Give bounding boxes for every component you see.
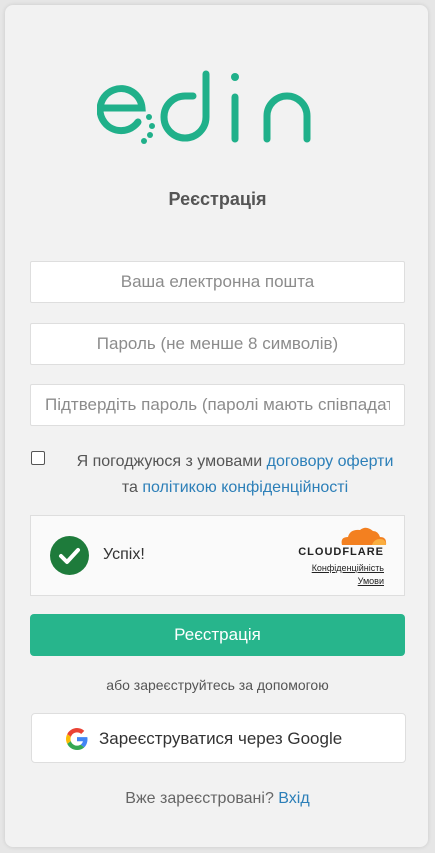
page-title: Реєстрація — [168, 189, 267, 209]
password-field[interactable] — [30, 323, 405, 365]
success-check-icon — [50, 536, 89, 575]
captcha-widget[interactable]: Успіх! CLOUDFLARE Конфіденційність Умови — [30, 515, 405, 596]
confirm-password-field[interactable] — [30, 384, 405, 426]
alternative-signup-text: або зареєструйтесь за допомогою — [106, 677, 329, 693]
email-field[interactable] — [30, 261, 405, 303]
login-prompt: Вже зареєстровані? Вхід — [0, 790, 435, 808]
terms-text: Я погоджуюся з умовами договору оферти т… — [64, 449, 406, 501]
captcha-privacy-link[interactable]: Конфіденційність — [312, 563, 384, 573]
terms-and: та — [121, 479, 138, 496]
terms-checkbox[interactable] — [31, 451, 45, 465]
edin-logo — [97, 70, 311, 144]
captcha-terms-link[interactable]: Умови — [358, 576, 384, 586]
google-signup-button[interactable]: Зареєструватися через Google — [31, 713, 406, 763]
login-link[interactable]: Вхід — [278, 790, 309, 807]
offer-agreement-link[interactable]: договору оферти — [267, 453, 394, 470]
already-registered-text: Вже зареєстровані? — [125, 790, 274, 807]
cloudflare-logo-text: CLOUDFLARE — [298, 546, 384, 558]
register-button[interactable]: Реєстрація — [30, 614, 405, 656]
captcha-status: Успіх! — [103, 546, 145, 563]
google-signup-label: Зареєструватися через Google — [99, 729, 343, 748]
terms-prefix: Я погоджуюся з умовами — [76, 453, 263, 470]
google-g-icon — [66, 728, 88, 750]
cloudflare-cloud-icon — [341, 527, 387, 545]
privacy-policy-link[interactable]: політикою конфіденційності — [142, 479, 348, 496]
